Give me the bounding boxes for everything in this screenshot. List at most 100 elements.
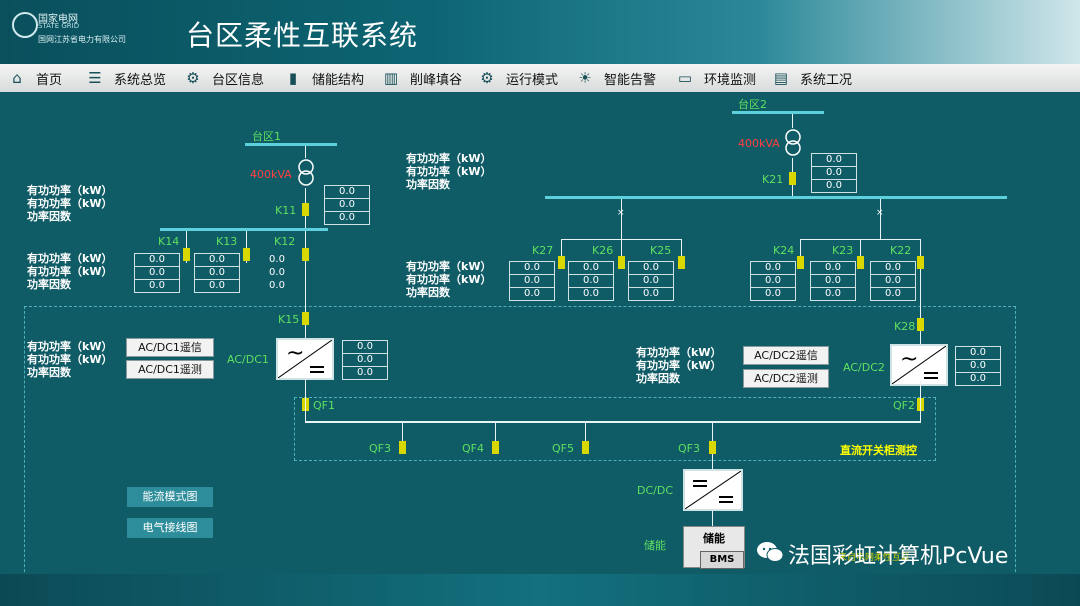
system-icon: ▤ (773, 69, 789, 87)
switch-qf3-storage[interactable] (709, 441, 716, 454)
switch-k25[interactable] (678, 256, 685, 269)
alarm-icon: ☀ (578, 69, 592, 87)
breaker-open-icon: × (876, 208, 884, 218)
nav-alarm[interactable]: ☀ 智能告警 (576, 64, 656, 92)
nav-peak-shaving[interactable]: ▥ 削峰填谷 (382, 64, 462, 92)
k23-values: 0.0 0.0 0.0 (810, 261, 856, 301)
list-icon: ☰ (88, 69, 102, 87)
area1-hv-bus (245, 143, 337, 146)
k11-measure-labels: 有功功率（kW） 有功功率（kW） 功率因数 (27, 184, 113, 223)
qf4-label: QF4 (462, 442, 484, 455)
monitor-icon: ▭ (677, 69, 693, 87)
nav-bar: ⌂ 首页 ☰ 系统总览 ⚙ 台区信息 ▮ 储能结构 ▥ 削峰填谷 ⚙ 运行模式 ☀ 智能告警 … (0, 64, 1080, 93)
switch-qf5[interactable] (582, 441, 589, 454)
acdc2-values: 0.0 0.0 0.0 (955, 346, 1001, 386)
area2-label: 台区2 (738, 98, 767, 111)
switch-k26[interactable] (618, 256, 625, 269)
qf1-label: QF1 (313, 399, 335, 412)
line (880, 199, 881, 239)
qf2-label: QF2 (893, 399, 915, 412)
acdc1-values: 0.0 0.0 0.0 (342, 340, 388, 380)
watermark-text: 法国彩虹计算机PcVue (788, 544, 1009, 569)
page-title: 台区柔性互联系统 (186, 19, 419, 52)
energy-flow-button[interactable]: 能流模式图 (127, 487, 213, 507)
k21-measure-labels: 有功功率（kW） 有功功率（kW） 功率因数 (406, 152, 492, 191)
k13-label: K13 (216, 235, 238, 248)
dc-cabinet-label: 直流开关柜测控 (840, 444, 917, 457)
k22-values: 0.0 0.0 0.0 (870, 261, 916, 301)
wechat-icon (757, 542, 784, 562)
nav-home[interactable]: ⌂ 首页 (8, 64, 62, 92)
switch-k22[interactable] (917, 256, 924, 269)
nav-overview[interactable]: ☰ 系统总览 (86, 64, 166, 92)
area1-feeder-labels: 有功功率（kW） 有功功率（kW） 功率因数 (27, 252, 113, 291)
nav-environment[interactable]: ▭ 环境监测 (676, 64, 756, 92)
acdc2-converter-icon[interactable]: ~ (890, 344, 948, 386)
svg-text:~: ~ (900, 347, 918, 372)
k24-values: 0.0 0.0 0.0 (750, 261, 796, 301)
acdc2-measure-labels: 有功功率（kW） 有功功率（kW） 功率因数 (636, 346, 722, 385)
dcdc-label: DC/DC (637, 484, 674, 497)
area1-label: 台区1 (252, 130, 281, 143)
qf5-label: QF5 (552, 442, 574, 455)
k23-label: K23 (832, 244, 854, 257)
k13-values: 0.0 0.0 0.0 (194, 253, 240, 293)
header-bar: 国家电网 STATE GRID 国网江苏省电力有限公司 台区柔性互联系统 (0, 0, 1080, 64)
bar-chart-icon: ▥ (383, 69, 399, 87)
bms-box[interactable]: BMS (700, 551, 744, 569)
cog-user-icon: ⚙ (480, 69, 494, 87)
acdc1-label: AC/DC1 (227, 353, 269, 366)
qf3-label: QF3 (369, 442, 391, 455)
state-grid-icon (12, 12, 38, 38)
switch-k13[interactable] (243, 248, 250, 261)
k15-label: K15 (278, 313, 300, 326)
switch-k28[interactable] (917, 318, 924, 331)
k26-values: 0.0 0.0 0.0 (568, 261, 614, 301)
switch-k12[interactable] (302, 248, 309, 261)
acdc2-telemetry-button[interactable]: AC/DC2遥测 (743, 369, 829, 388)
switch-k27[interactable] (558, 256, 565, 269)
acdc1-converter-icon[interactable]: ~ (276, 338, 334, 380)
k26-label: K26 (592, 244, 614, 257)
wiring-diagram-button[interactable]: 电气接线图 (127, 518, 213, 538)
qf3-storage-label: QF3 (678, 442, 700, 455)
single-line-diagram: 台区1 400kVA K11 0.0 0.0 0.0 有功功率（kW） 有功功率（kW… (0, 92, 1080, 606)
switch-k24[interactable] (797, 256, 804, 269)
k25-values: 0.0 0.0 0.0 (628, 261, 674, 301)
line (621, 199, 622, 239)
battery-icon: ▮ (288, 69, 298, 87)
transformer-icon (785, 129, 801, 156)
svg-text:~: ~ (286, 341, 304, 366)
nav-run-mode[interactable]: ⚙ 运行模式 (478, 64, 558, 92)
area2-left-feeder-labels: 有功功率（kW） 有功功率（kW） 功率因数 (406, 260, 492, 299)
k25-label: K25 (650, 244, 672, 257)
nav-storage[interactable]: ▮ 储能结构 (284, 64, 364, 92)
switch-qf3[interactable] (399, 441, 406, 454)
nav-system-status[interactable]: ▤ 系统工况 (772, 64, 852, 92)
switch-qf4[interactable] (492, 441, 499, 454)
acdc1-telesignal-button[interactable]: AC/DC1遥信 (126, 338, 214, 357)
k11-label: K11 (275, 204, 297, 217)
area2-hv-bus (732, 111, 824, 114)
line (920, 381, 921, 421)
gears-icon: ⚙ (186, 69, 200, 87)
area2-lv-bus (545, 196, 1007, 199)
dc-bus (305, 421, 921, 423)
acdc2-telesignal-button[interactable]: AC/DC2遥信 (743, 346, 829, 365)
switch-k14[interactable] (183, 248, 190, 261)
switch-k23[interactable] (857, 256, 864, 269)
switch-k21[interactable] (789, 172, 796, 185)
line (305, 146, 306, 158)
k12-values: 0.0 0.0 0.0 (269, 254, 285, 291)
k27-label: K27 (532, 244, 554, 257)
k21-label: K21 (762, 173, 784, 186)
acdc1-telemetry-button[interactable]: AC/DC1遥测 (126, 360, 214, 379)
k28-label: K28 (894, 320, 916, 333)
transformer-icon (298, 159, 314, 186)
area2-capacity: 400kVA (738, 137, 780, 150)
switch-k15[interactable] (302, 312, 309, 325)
state-grid-logo: 国家电网 STATE GRID 国网江苏省电力有限公司 (12, 10, 172, 50)
dcdc-converter-icon[interactable] (683, 469, 743, 511)
nav-area-info[interactable]: ⚙ 台区信息 (184, 64, 264, 92)
switch-k11[interactable] (302, 203, 309, 216)
